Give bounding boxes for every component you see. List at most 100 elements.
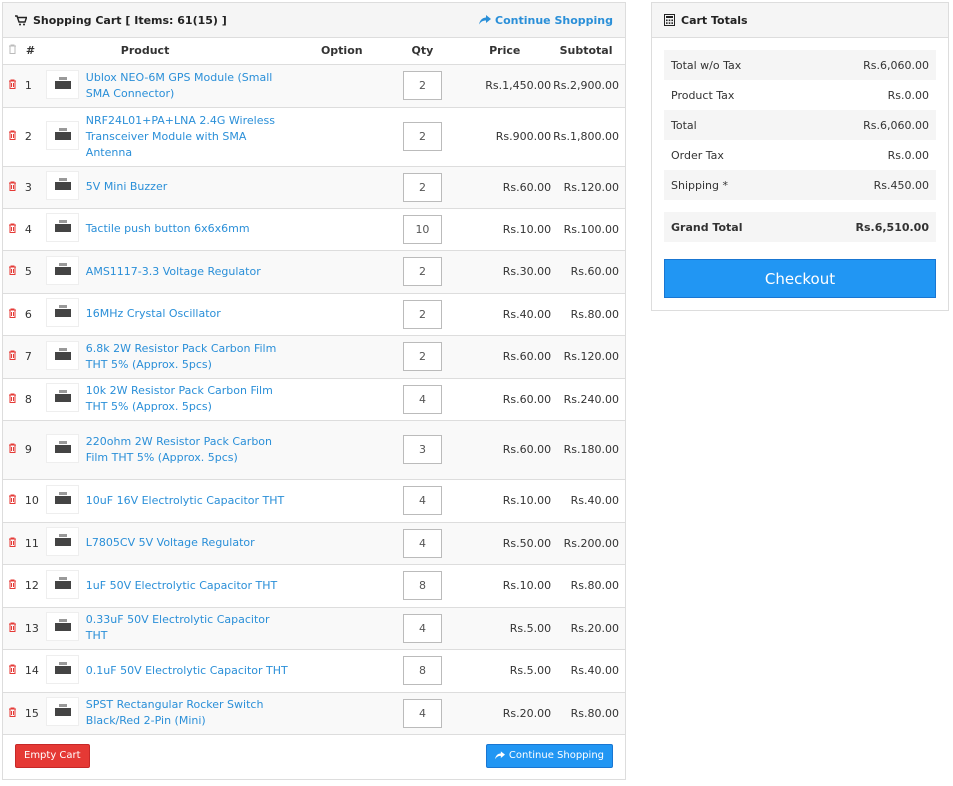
product-link[interactable]: Ublox NEO-6M GPS Module (Small SMA Conne…: [86, 70, 293, 102]
trash-icon[interactable]: [8, 265, 17, 275]
trash-icon[interactable]: [8, 579, 17, 589]
quantity-input[interactable]: 2: [402, 122, 442, 151]
item-qty-cell: 2: [386, 293, 459, 336]
product-thumbnail[interactable]: [46, 654, 80, 684]
checkout-button[interactable]: Checkout: [664, 259, 936, 298]
trash-icon[interactable]: [8, 130, 17, 140]
item-product-cell: L7805CV 5V Voltage Regulator: [82, 522, 297, 565]
product-thumbnail[interactable]: [46, 120, 80, 150]
item-subtotal: Rs.120.00: [553, 166, 625, 209]
item-subtotal: Rs.240.00: [553, 378, 625, 421]
product-link[interactable]: Tactile push button 6x6x6mm: [86, 221, 293, 237]
quantity-input[interactable]: 4: [402, 528, 442, 558]
quantity-input[interactable]: 8: [402, 656, 442, 685]
trash-icon[interactable]: [8, 308, 17, 318]
trash-icon[interactable]: [8, 707, 17, 717]
item-qty-cell: 4: [386, 479, 459, 523]
product-link[interactable]: NRF24L01+PA+LNA 2.4G Wireless Transceive…: [86, 113, 293, 161]
product-thumbnail[interactable]: [46, 213, 80, 242]
remove-item-cell: [3, 564, 23, 608]
footer-continue-shopping-button[interactable]: Continue Shopping: [485, 743, 613, 768]
item-option: [296, 64, 387, 108]
remove-item-cell: [3, 607, 23, 650]
trash-icon[interactable]: [8, 494, 17, 504]
item-product-cell: 0.1uF 50V Electrolytic Capacitor THT: [82, 649, 297, 693]
trash-icon[interactable]: [8, 537, 17, 547]
quantity-input[interactable]: 4: [402, 613, 442, 643]
item-product-cell: 0.33uF 50V Electrolytic Capacitor THT: [82, 607, 297, 650]
product-link[interactable]: 16MHz Crystal Oscillator: [86, 306, 293, 322]
item-number: 8: [22, 378, 43, 421]
trash-icon[interactable]: [8, 350, 17, 360]
item-product-cell: NRF24L01+PA+LNA 2.4G Wireless Transceive…: [82, 107, 297, 167]
quantity-input[interactable]: 4: [402, 486, 442, 515]
grand-total-row: Grand Total Rs.6,510.00: [664, 212, 936, 242]
product-thumbnail[interactable]: [46, 527, 80, 556]
quantity-input[interactable]: 2: [402, 172, 442, 202]
quantity-input[interactable]: 2: [402, 257, 442, 286]
item-thumbnail-cell: [42, 649, 83, 693]
product-link[interactable]: L7805CV 5V Voltage Regulator: [86, 535, 293, 551]
product-thumbnail[interactable]: [46, 171, 80, 200]
product-thumbnail[interactable]: [46, 433, 80, 463]
item-product-cell: 1uF 50V Electrolytic Capacitor THT: [82, 564, 297, 608]
item-product-cell: 10k 2W Resistor Pack Carbon Film THT 5% …: [82, 378, 297, 421]
quantity-input[interactable]: 4: [402, 384, 442, 414]
trash-icon[interactable]: [8, 443, 17, 453]
product-link[interactable]: AMS1117-3.3 Voltage Regulator: [86, 264, 293, 280]
item-thumbnail-cell: [42, 479, 83, 523]
cart-row: 14 0.1uF 50V Electrolytic Capacitor THT 8 R…: [3, 649, 625, 693]
trash-icon[interactable]: [8, 181, 17, 191]
product-thumbnail[interactable]: [46, 298, 80, 327]
product-link[interactable]: 10uF 16V Electrolytic Capacitor THT: [86, 493, 293, 509]
product-link[interactable]: 10k 2W Resistor Pack Carbon Film THT 5% …: [86, 383, 293, 415]
remove-item-cell: [3, 522, 23, 565]
trash-icon[interactable]: [8, 393, 17, 403]
item-thumbnail-cell: [42, 378, 83, 421]
remove-item-cell: [3, 420, 23, 480]
product-thumbnail[interactable]: [46, 484, 80, 514]
shopping-cart-panel: Shopping Cart [ Items: 61(15) ] Continue…: [2, 2, 626, 780]
product-link[interactable]: 220ohm 2W Resistor Pack Carbon Film THT …: [86, 434, 293, 466]
trash-icon[interactable]: [8, 79, 17, 89]
quantity-input[interactable]: 8: [402, 571, 442, 600]
item-price: Rs.20.00: [458, 692, 554, 735]
item-option: [296, 293, 387, 336]
item-product-cell: AMS1117-3.3 Voltage Regulator: [82, 250, 297, 294]
empty-cart-button[interactable]: Empty Cart: [15, 743, 90, 768]
trash-icon[interactable]: [8, 622, 17, 632]
item-qty-cell: 2: [386, 166, 459, 209]
trash-icon[interactable]: [8, 664, 17, 674]
trash-icon[interactable]: [8, 223, 17, 233]
totals-row: Total Rs.6,060.00: [664, 110, 936, 140]
grand-total-label: Grand Total: [671, 220, 743, 234]
product-thumbnail[interactable]: [46, 697, 80, 726]
item-option: [296, 166, 387, 209]
item-price: Rs.10.00: [458, 479, 554, 523]
product-link[interactable]: 1uF 50V Electrolytic Capacitor THT: [86, 578, 293, 594]
quantity-input[interactable]: 2: [402, 71, 442, 100]
product-link[interactable]: 5V Mini Buzzer: [86, 179, 293, 195]
totals-row: Product Tax Rs.0.00: [664, 80, 936, 110]
item-option: [296, 107, 387, 167]
quantity-input[interactable]: 4: [402, 698, 442, 728]
quantity-input[interactable]: 2: [402, 342, 442, 371]
quantity-input[interactable]: 2: [402, 299, 442, 329]
product-thumbnail[interactable]: [46, 69, 80, 99]
item-option: [296, 378, 387, 421]
product-thumbnail[interactable]: [46, 255, 80, 285]
product-thumbnail[interactable]: [46, 612, 80, 641]
item-number: 1: [22, 64, 43, 108]
continue-shopping-link[interactable]: Continue Shopping: [479, 14, 613, 27]
quantity-input[interactable]: 3: [402, 435, 442, 464]
item-product-cell: 220ohm 2W Resistor Pack Carbon Film THT …: [82, 420, 297, 480]
quantity-input[interactable]: 10: [402, 214, 442, 244]
product-link[interactable]: 6.8k 2W Resistor Pack Carbon Film THT 5%…: [86, 341, 293, 373]
product-thumbnail[interactable]: [46, 569, 80, 599]
product-link[interactable]: SPST Rectangular Rocker Switch Black/Red…: [86, 697, 293, 729]
product-link[interactable]: 0.1uF 50V Electrolytic Capacitor THT: [86, 663, 293, 679]
product-link[interactable]: 0.33uF 50V Electrolytic Capacitor THT: [86, 612, 293, 644]
product-thumbnail[interactable]: [46, 383, 80, 412]
item-qty-cell: 3: [386, 420, 459, 480]
product-thumbnail[interactable]: [46, 340, 80, 370]
